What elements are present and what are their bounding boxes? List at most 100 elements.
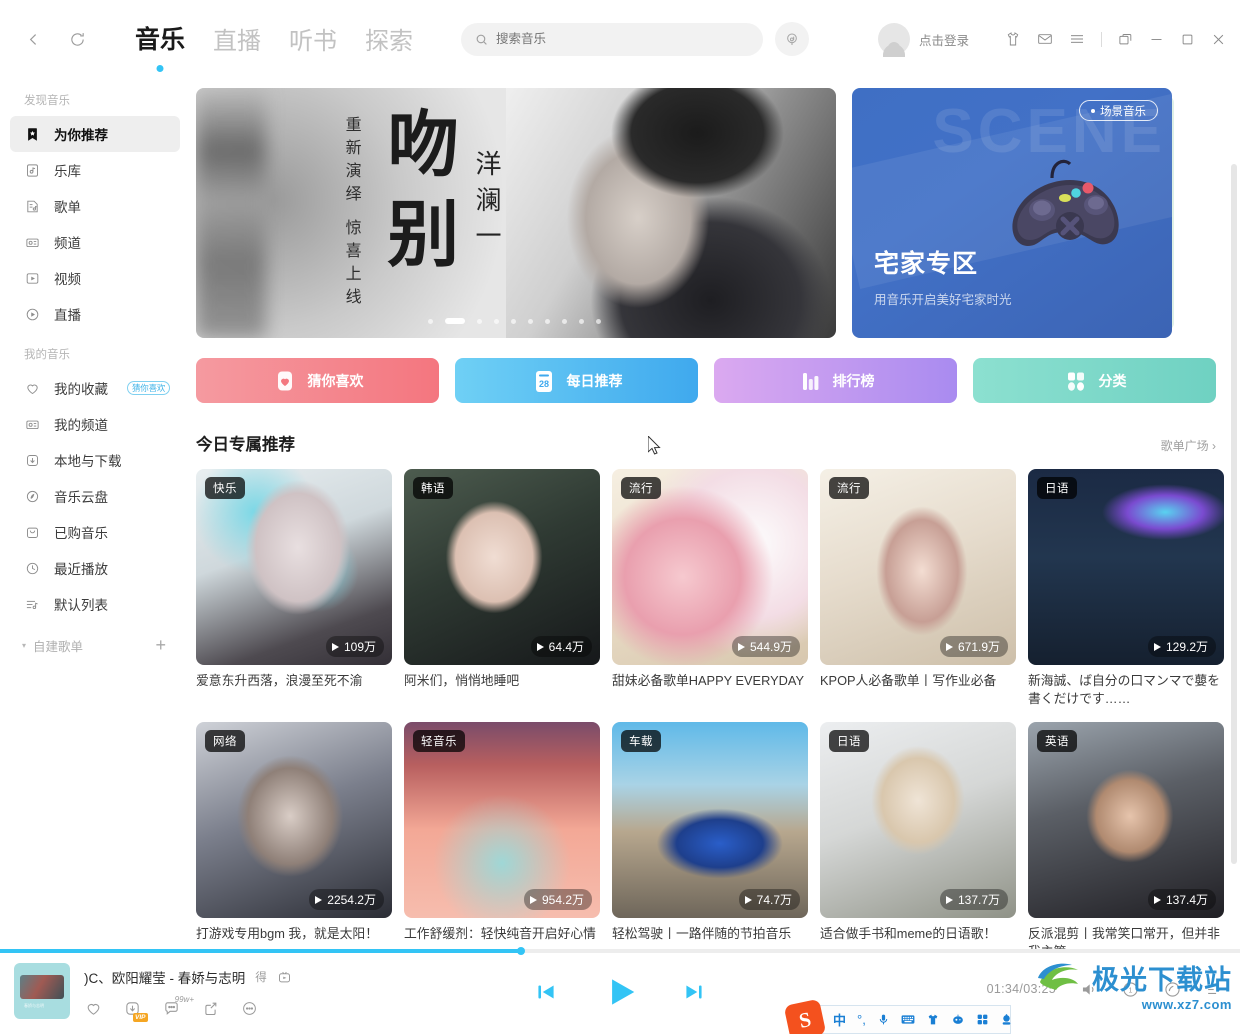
playlist-card[interactable]: 车载 74.7万 轻松驾驶丨一路伴随的节拍音乐 bbox=[612, 722, 808, 950]
search-input[interactable] bbox=[496, 32, 750, 46]
sidebar-item-my-channel[interactable]: 我的频道 bbox=[10, 406, 180, 442]
playlist-queue-icon[interactable] bbox=[1204, 979, 1224, 999]
scrollbar-thumb[interactable] bbox=[1231, 164, 1237, 864]
login-button[interactable]: 点击登录 bbox=[877, 23, 969, 57]
hero-banner[interactable]: 重新演绎 惊喜上线 吻别 洋澜一 bbox=[196, 88, 836, 338]
apps-icon[interactable] bbox=[976, 1013, 989, 1026]
repeat-one-icon[interactable]: 1 bbox=[1120, 979, 1140, 999]
microphone-icon[interactable] bbox=[877, 1013, 890, 1026]
search-icon bbox=[475, 33, 488, 46]
playlist-card[interactable]: 网络 2254.2万 打游戏专用bgm 我，就是太阳！ bbox=[196, 722, 392, 950]
progress-knob[interactable] bbox=[516, 947, 525, 955]
previous-icon[interactable] bbox=[533, 979, 559, 1005]
volume-icon[interactable] bbox=[1078, 979, 1098, 999]
toolbox-icon[interactable] bbox=[951, 1013, 965, 1026]
quick-action-ranking[interactable]: 排行榜 bbox=[714, 358, 957, 403]
playlist-thumbnail[interactable]: 流行 544.9万 bbox=[612, 469, 808, 665]
playlist-card[interactable]: 日语 137.7万 适合做手书和meme的日语歌！ bbox=[820, 722, 1016, 950]
playlist-card[interactable]: 日语 129.2万 新海誠、ば自分の口マンマで蘡を書くだけです…… bbox=[1028, 469, 1224, 708]
banner-dot[interactable] bbox=[528, 318, 533, 324]
refresh-icon[interactable] bbox=[64, 26, 90, 52]
sidebar-item-default-list[interactable]: 默认列表 bbox=[10, 586, 180, 622]
scrollbar[interactable] bbox=[1231, 164, 1237, 950]
playlist-card[interactable]: 轻音乐 954.2万 工作舒缓剂：轻快纯音开启好心情 bbox=[404, 722, 600, 950]
playlist-square-link[interactable]: 歌单广场 › bbox=[1161, 437, 1216, 454]
tab-explore[interactable]: 探索 bbox=[365, 21, 413, 58]
banner-dot[interactable] bbox=[477, 318, 482, 324]
scene-banner[interactable]: SCENE 场景音乐 宅家专区 用音乐开启美好宅家时光 bbox=[852, 88, 1172, 338]
mail-icon[interactable] bbox=[1037, 31, 1053, 47]
playlist-card[interactable]: 英语 137.4万 反派混剪丨我常笑口常开，但并非我主管 bbox=[1028, 722, 1224, 950]
back-icon[interactable] bbox=[20, 26, 46, 52]
playlist-card[interactable]: 流行 671.9万 KPOP人必备歌单丨写作业必备 bbox=[820, 469, 1016, 708]
play-icon[interactable] bbox=[601, 973, 639, 1011]
lyrics-icon[interactable] bbox=[1162, 979, 1182, 999]
mv-icon[interactable] bbox=[277, 970, 292, 985]
minimize-icon[interactable] bbox=[1149, 32, 1164, 47]
playlist-card[interactable]: 韩语 64.4万 阿米们，悄悄地睡吧 bbox=[404, 469, 600, 708]
settings-icon[interactable] bbox=[1000, 1013, 1013, 1026]
banner-dot[interactable] bbox=[562, 318, 567, 324]
next-icon[interactable] bbox=[681, 979, 707, 1005]
sidebar-item-live[interactable]: 直播 bbox=[10, 296, 180, 332]
menu-icon[interactable] bbox=[1069, 31, 1085, 47]
quick-action-category[interactable]: 分类 bbox=[973, 358, 1216, 403]
tab-audiobook[interactable]: 听书 bbox=[289, 21, 337, 58]
playlist-thumbnail[interactable]: 网络 2254.2万 bbox=[196, 722, 392, 919]
close-icon[interactable] bbox=[1211, 32, 1226, 47]
voice-search-icon[interactable] bbox=[775, 22, 810, 56]
punctuation-icon[interactable]: °, bbox=[857, 1012, 866, 1027]
sidebar-item-purchased[interactable]: 已购音乐 bbox=[10, 514, 180, 550]
banner-dot[interactable] bbox=[511, 318, 516, 324]
banner-dot[interactable] bbox=[596, 318, 601, 324]
sidebar-item-local-downloads[interactable]: 本地与下载 bbox=[10, 442, 180, 478]
playlist-card[interactable]: 快乐 109万 爱意东升西落，浪漫至死不渝 bbox=[196, 469, 392, 708]
shirt-icon[interactable] bbox=[1005, 31, 1021, 47]
search-box[interactable] bbox=[461, 22, 764, 56]
playlist-thumbnail[interactable]: 日语 137.7万 bbox=[820, 722, 1016, 919]
playlist-thumbnail[interactable]: 车载 74.7万 bbox=[612, 722, 808, 919]
playlist-thumbnail[interactable]: 韩语 64.4万 bbox=[404, 469, 600, 665]
maximize-icon[interactable] bbox=[1180, 32, 1195, 47]
sidebar-item-library[interactable]: 乐库 bbox=[10, 152, 180, 188]
playlist-thumbnail[interactable]: 日语 129.2万 bbox=[1028, 469, 1224, 665]
play-count-value: 544.9万 bbox=[749, 640, 792, 654]
playlist-thumbnail[interactable]: 英语 137.4万 bbox=[1028, 722, 1224, 919]
sidebar-group-mine-title: 我的音乐 bbox=[24, 349, 70, 361]
tab-music[interactable]: 音乐 bbox=[135, 20, 185, 72]
sogou-logo-icon[interactable]: S bbox=[783, 998, 827, 1034]
ime-mode-label[interactable]: 中 bbox=[833, 1010, 846, 1029]
sidebar-custom-playlist[interactable]: ▾ 自建歌单 + bbox=[0, 628, 190, 662]
sidebar-item-recent[interactable]: 最近播放 bbox=[10, 550, 180, 586]
share-icon[interactable] bbox=[201, 999, 219, 1017]
skin-icon[interactable] bbox=[926, 1013, 940, 1026]
sidebar-item-cloud[interactable]: 音乐云盘 bbox=[10, 478, 180, 514]
banner-dot-active[interactable] bbox=[445, 318, 465, 324]
keyboard-icon[interactable] bbox=[901, 1013, 915, 1026]
playlist-thumbnail[interactable]: 流行 671.9万 bbox=[820, 469, 1016, 665]
progress-bar[interactable] bbox=[0, 947, 1240, 955]
sidebar-item-channel[interactable]: 频道 bbox=[10, 224, 180, 260]
album-cover[interactable]: 春娇与志明 bbox=[14, 963, 70, 1019]
playlist-thumbnail[interactable]: 快乐 109万 bbox=[196, 469, 392, 665]
quick-action-daily-recommend[interactable]: 28 每日推荐 bbox=[455, 358, 698, 403]
comment-icon[interactable]: 99w+ bbox=[162, 995, 194, 1017]
download-vip-icon[interactable]: VIP bbox=[123, 999, 148, 1022]
now-playing: 春娇与志明 )C、欧阳耀莹 - 春娇与志明 得 VIP 99w+ bbox=[14, 963, 292, 1022]
banner-dot[interactable] bbox=[579, 318, 584, 324]
sidebar-item-playlist[interactable]: 歌单 bbox=[10, 188, 180, 224]
sidebar-item-for-you[interactable]: 为你推荐 bbox=[10, 116, 180, 152]
banner-dot[interactable] bbox=[494, 318, 499, 324]
banner-dot[interactable] bbox=[428, 318, 433, 324]
favorite-icon[interactable] bbox=[84, 999, 102, 1017]
tab-live[interactable]: 直播 bbox=[213, 21, 261, 58]
sidebar-item-favorites[interactable]: 我的收藏 猜你喜欢 bbox=[10, 370, 180, 406]
quick-action-guess-you-like[interactable]: 猜你喜欢 bbox=[196, 358, 439, 403]
sidebar-item-video[interactable]: 视频 bbox=[10, 260, 180, 296]
playlist-thumbnail[interactable]: 轻音乐 954.2万 bbox=[404, 722, 600, 919]
plus-icon[interactable]: + bbox=[155, 635, 166, 656]
playlist-card[interactable]: 流行 544.9万 甜妹必备歌单HAPPY EVERYDAY bbox=[612, 469, 808, 708]
banner-dot[interactable] bbox=[545, 318, 550, 324]
more-icon[interactable] bbox=[240, 999, 258, 1017]
mini-window-icon[interactable] bbox=[1118, 32, 1133, 47]
